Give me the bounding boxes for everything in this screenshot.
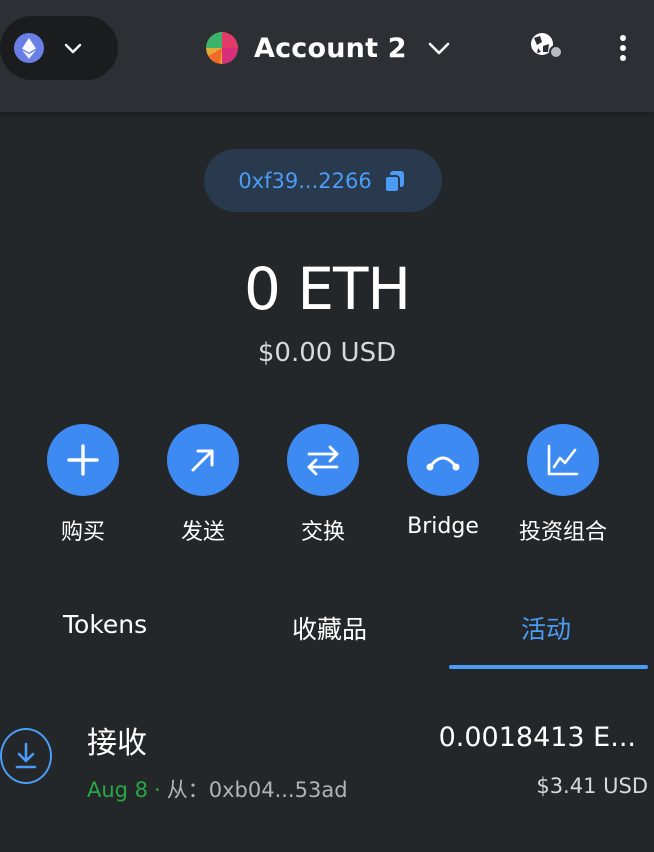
send-button-circle[interactable] [167,424,239,496]
tab-activity[interactable]: 活动 [521,610,571,646]
kebab-menu-icon[interactable] [612,32,634,64]
buy-label: 购买 [60,520,105,545]
bridge-icon [426,456,460,471]
globe-connection-icon[interactable] [528,30,564,62]
tab-tokens[interactable]: Tokens [63,610,147,639]
account-address: 0xf39...2266 [238,168,372,193]
send-button[interactable]: 发送 [143,424,263,546]
activity-title[interactable]: 接收 [87,718,147,762]
active-tab-indicator [449,665,648,669]
chart-line-icon [547,444,579,476]
activity-from-address: 0xb04...53ad [208,778,348,802]
chevron-down-icon [428,42,450,55]
activity-amount: 0.0018413 E... [438,722,636,753]
account-address-button[interactable]: 0xf39...2266 [204,149,442,212]
token-balance: 0 ETH [243,255,411,323]
swap-label: 交换 [300,520,345,545]
app-header: Account 2 [0,0,654,112]
bridge-button[interactable]: Bridge [383,424,503,539]
copy-icon [383,170,404,193]
activity-fiat: $3.41 USD [536,774,648,798]
activity-subtitle: Aug 8 · 从：0xb04...53ad [87,774,348,804]
send-label: 发送 [180,520,225,545]
swap-button[interactable]: 交换 [263,424,383,546]
account-avatar [206,32,238,64]
ethereum-icon [14,33,44,63]
tab-collectibles[interactable]: 收藏品 [292,610,367,646]
account-selector[interactable]: Account 2 [206,24,453,72]
activity-date: Aug 8 [87,778,149,802]
bridge-label: Bridge [407,514,479,539]
swap-button-circle[interactable] [287,424,359,496]
bridge-button-circle[interactable] [407,424,479,496]
portfolio-label: 投资组合 [518,520,607,545]
chevron-down-icon [64,43,82,54]
portfolio-button-circle[interactable] [527,424,599,496]
swap-arrows-icon [307,445,339,476]
buy-button[interactable]: 购买 [23,424,143,546]
network-picker[interactable] [0,16,118,80]
activity-separator: · [154,778,161,802]
fiat-balance: $0.00 USD [257,338,397,368]
receive-download-icon [0,728,52,784]
plus-icon [67,444,99,476]
account-name: Account 2 [254,32,407,64]
arrow-up-right-icon [191,449,214,472]
activity-from-label: 从： [166,778,209,802]
buy-button-circle[interactable] [47,424,119,496]
portfolio-button[interactable]: 投资组合 [503,424,623,546]
